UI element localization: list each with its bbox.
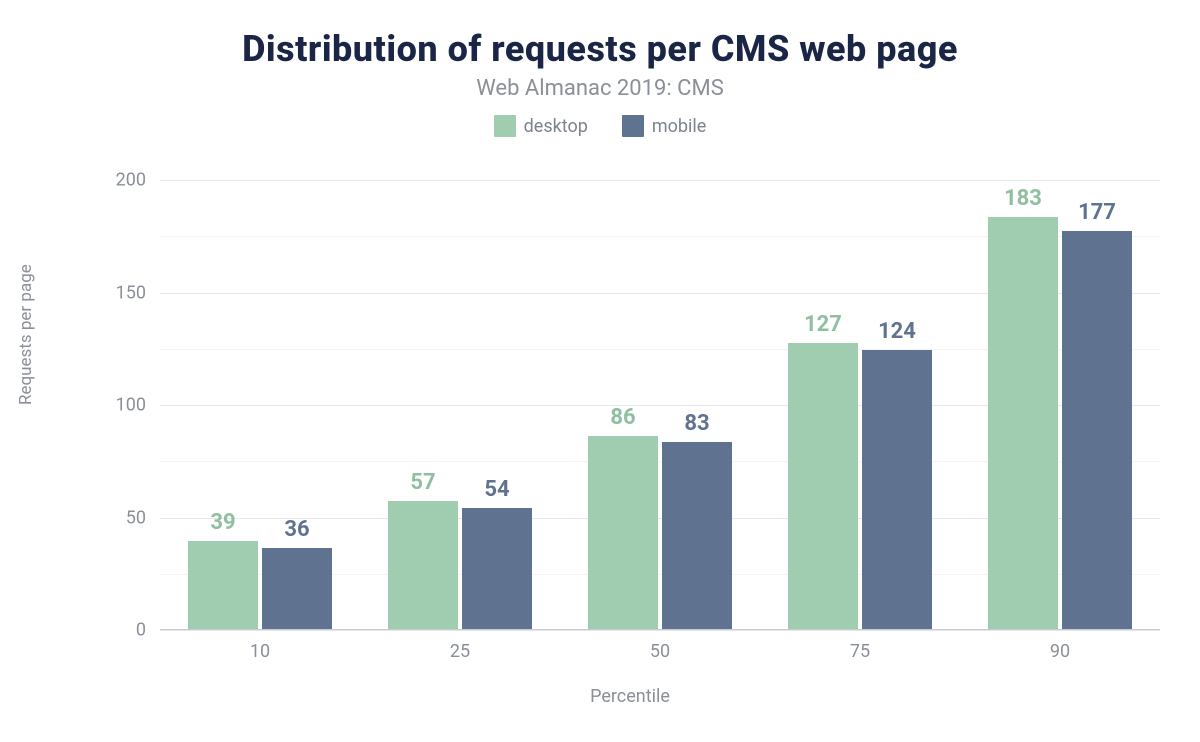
bar-group: 868350 [560, 180, 760, 629]
bar-value-label: 86 [610, 405, 635, 436]
legend-swatch-mobile [622, 115, 644, 137]
bar-value-label: 54 [484, 477, 509, 508]
x-axis-label: Percentile [100, 686, 1160, 707]
grid-line [160, 630, 1160, 631]
plot-outer: 0501001502003936105754258683501271247518… [100, 180, 1160, 630]
bar-value-label: 39 [210, 510, 235, 541]
bar-value-label: 177 [1078, 200, 1116, 231]
legend-swatch-desktop [494, 115, 516, 137]
bar-group: 18317790 [960, 180, 1160, 629]
y-tick-label: 100 [116, 395, 146, 416]
bar-value-label: 124 [878, 319, 916, 350]
legend-label-mobile: mobile [652, 116, 706, 137]
bar-value-label: 183 [1004, 186, 1042, 217]
x-tick-label: 10 [250, 641, 270, 662]
bar-desktop: 183 [988, 217, 1058, 629]
bar-desktop: 86 [588, 436, 658, 630]
bar-mobile: 83 [662, 442, 732, 629]
bar-group: 575425 [360, 180, 560, 629]
legend-item-mobile: mobile [622, 115, 706, 137]
y-tick-label: 50 [126, 507, 146, 528]
bar-desktop: 127 [788, 343, 858, 629]
bar-desktop: 39 [188, 541, 258, 629]
legend-label-desktop: desktop [524, 116, 588, 137]
chart-container: Distribution of requests per CMS web pag… [0, 0, 1200, 742]
bar-group: 393610 [160, 180, 360, 629]
bar-mobile: 36 [262, 548, 332, 629]
bar-mobile: 124 [862, 350, 932, 629]
bar-mobile: 54 [462, 508, 532, 630]
y-tick-label: 200 [116, 170, 146, 191]
x-tick-label: 50 [650, 641, 670, 662]
chart-subtitle: Web Almanac 2019: CMS [0, 76, 1200, 101]
chart-title: Distribution of requests per CMS web pag… [0, 28, 1200, 70]
y-tick-label: 0 [136, 620, 146, 641]
bar-value-label: 127 [804, 312, 842, 343]
x-tick-label: 75 [850, 641, 870, 662]
plot-area: 0501001502003936105754258683501271247518… [160, 180, 1160, 630]
legend: desktop mobile [0, 115, 1200, 137]
y-axis-label: Requests per page [16, 264, 36, 405]
bar-value-label: 57 [410, 470, 435, 501]
legend-item-desktop: desktop [494, 115, 588, 137]
bar-value-label: 36 [284, 517, 309, 548]
bar-mobile: 177 [1062, 231, 1132, 629]
bar-desktop: 57 [388, 501, 458, 629]
bar-group: 12712475 [760, 180, 960, 629]
y-tick-label: 150 [116, 282, 146, 303]
x-tick-label: 90 [1050, 641, 1070, 662]
x-tick-label: 25 [450, 641, 470, 662]
bar-value-label: 83 [684, 411, 709, 442]
